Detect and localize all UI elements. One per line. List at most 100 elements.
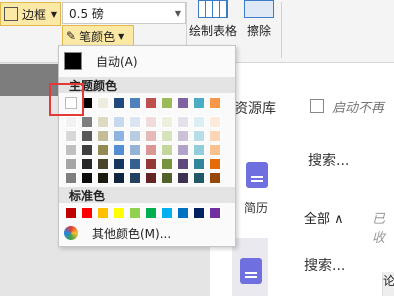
theme-color-swatch[interactable] [161, 172, 173, 184]
theme-color-swatch[interactable] [161, 116, 173, 128]
theme-color-swatch[interactable] [129, 158, 141, 170]
theme-color-swatch[interactable] [193, 172, 205, 184]
resume-label: 简历 [244, 201, 269, 215]
theme-color-swatch[interactable] [113, 144, 125, 156]
theme-color-swatch[interactable] [129, 144, 141, 156]
selection-highlight [49, 83, 84, 116]
theme-color-swatch[interactable] [65, 172, 77, 184]
search-input-2[interactable]: 搜索... [304, 255, 345, 275]
theme-color-swatch[interactable] [209, 116, 221, 128]
theme-color-swatch[interactable] [209, 172, 221, 184]
pen-color-label: 笔颜色 [79, 29, 116, 44]
border-button[interactable]: 边框 [0, 2, 50, 26]
draw-table-icon [198, 0, 228, 18]
more-colors-label: 其他颜色(M)... [92, 226, 172, 241]
standard-color-swatch[interactable] [145, 207, 157, 219]
theme-color-swatch[interactable] [81, 144, 93, 156]
theme-color-swatch[interactable] [113, 97, 125, 109]
theme-color-swatch[interactable] [209, 130, 221, 142]
theme-color-swatch[interactable] [145, 144, 157, 156]
theme-color-swatch[interactable] [161, 158, 173, 170]
theme-color-swatch[interactable] [177, 158, 189, 170]
standard-color-swatch[interactable] [113, 207, 125, 219]
theme-color-swatch[interactable] [113, 130, 125, 142]
standard-color-swatch[interactable] [97, 207, 109, 219]
eraser-icon [244, 0, 274, 18]
theme-color-swatch[interactable] [81, 130, 93, 142]
theme-color-swatch[interactable] [129, 97, 141, 109]
chevron-down-icon: ▼ [174, 8, 181, 18]
theme-color-swatch[interactable] [193, 158, 205, 170]
theme-color-swatch[interactable] [209, 97, 221, 109]
standard-color-swatch[interactable] [193, 207, 205, 219]
theme-color-swatch[interactable] [129, 116, 141, 128]
theme-color-swatch[interactable] [193, 97, 205, 109]
theme-color-swatch[interactable] [65, 116, 77, 128]
theme-color-swatch[interactable] [193, 144, 205, 156]
theme-color-swatch[interactable] [177, 97, 189, 109]
theme-color-swatch[interactable] [193, 130, 205, 142]
theme-color-swatch[interactable] [97, 144, 109, 156]
theme-color-swatch[interactable] [113, 172, 125, 184]
standard-colors-label: 标准色 [69, 188, 106, 203]
theme-color-swatch[interactable] [161, 97, 173, 109]
theme-color-swatch[interactable] [97, 158, 109, 170]
theme-color-swatch[interactable] [65, 144, 77, 156]
done-filter[interactable]: 已收 [372, 208, 394, 246]
theme-color-swatch[interactable] [193, 116, 205, 128]
startup-checkbox[interactable] [310, 99, 324, 113]
search-input[interactable]: 搜索... [308, 150, 349, 170]
theme-color-swatch[interactable] [177, 172, 189, 184]
theme-color-swatch[interactable] [81, 158, 93, 170]
theme-color-swatch[interactable] [177, 130, 189, 142]
document-icon[interactable] [240, 258, 262, 284]
theme-color-swatch[interactable] [145, 172, 157, 184]
eraser-button[interactable]: 擦除 [242, 0, 276, 39]
pen-color-dropdown: 自动(A) 主题颜色 标准色 其他颜色(M)... [58, 45, 236, 247]
theme-color-swatch[interactable] [113, 116, 125, 128]
theme-color-swatch[interactable] [113, 158, 125, 170]
auto-color-option[interactable]: 自动(A) [64, 51, 230, 71]
theme-color-swatch[interactable] [209, 158, 221, 170]
color-palette-icon [64, 226, 78, 240]
line-weight-select[interactable]: 0.5 磅 ▼ [62, 2, 186, 24]
theme-color-swatch[interactable] [177, 116, 189, 128]
theme-color-swatch[interactable] [177, 144, 189, 156]
theme-color-swatch[interactable] [97, 116, 109, 128]
border-dropdown-arrow[interactable]: ▼ [48, 2, 61, 26]
eraser-label: 擦除 [246, 24, 271, 38]
resource-title: 资源库 [234, 101, 276, 117]
more-colors-option[interactable]: 其他颜色(M)... [64, 223, 230, 243]
pen-color-button[interactable]: ✎ 笔颜色 ▼ [62, 25, 134, 47]
theme-color-swatch[interactable] [161, 144, 173, 156]
theme-color-swatch[interactable] [97, 172, 109, 184]
theme-color-swatch[interactable] [97, 130, 109, 142]
auto-color-swatch [64, 52, 82, 70]
theme-color-swatch[interactable] [145, 97, 157, 109]
auto-color-label: 自动(A) [96, 54, 138, 69]
theme-color-swatch[interactable] [97, 97, 109, 109]
standard-color-swatch[interactable] [129, 207, 141, 219]
theme-color-swatch[interactable] [129, 172, 141, 184]
divider [281, 2, 282, 58]
resume-icon[interactable] [246, 162, 268, 188]
standard-color-swatch[interactable] [209, 207, 221, 219]
theme-color-swatch[interactable] [65, 130, 77, 142]
theme-color-swatch[interactable] [209, 144, 221, 156]
theme-color-swatch[interactable] [145, 116, 157, 128]
theme-color-swatch[interactable] [145, 158, 157, 170]
border-label: 边框 [22, 7, 47, 22]
standard-color-swatch[interactable] [161, 207, 173, 219]
theme-color-swatch[interactable] [129, 130, 141, 142]
theme-color-swatch[interactable] [161, 130, 173, 142]
theme-color-swatch[interactable] [145, 130, 157, 142]
draw-table-button[interactable]: 绘制表格 [187, 0, 239, 39]
standard-color-swatch[interactable] [81, 207, 93, 219]
standard-color-swatch[interactable] [65, 207, 77, 219]
all-filter[interactable]: 全部 ∧ [304, 208, 344, 227]
theme-color-swatch[interactable] [81, 116, 93, 128]
theme-color-swatch[interactable] [65, 158, 77, 170]
theme-color-swatch[interactable] [81, 172, 93, 184]
standard-color-swatch[interactable] [177, 207, 189, 219]
line-weight-value: 0.5 磅 [69, 6, 104, 21]
